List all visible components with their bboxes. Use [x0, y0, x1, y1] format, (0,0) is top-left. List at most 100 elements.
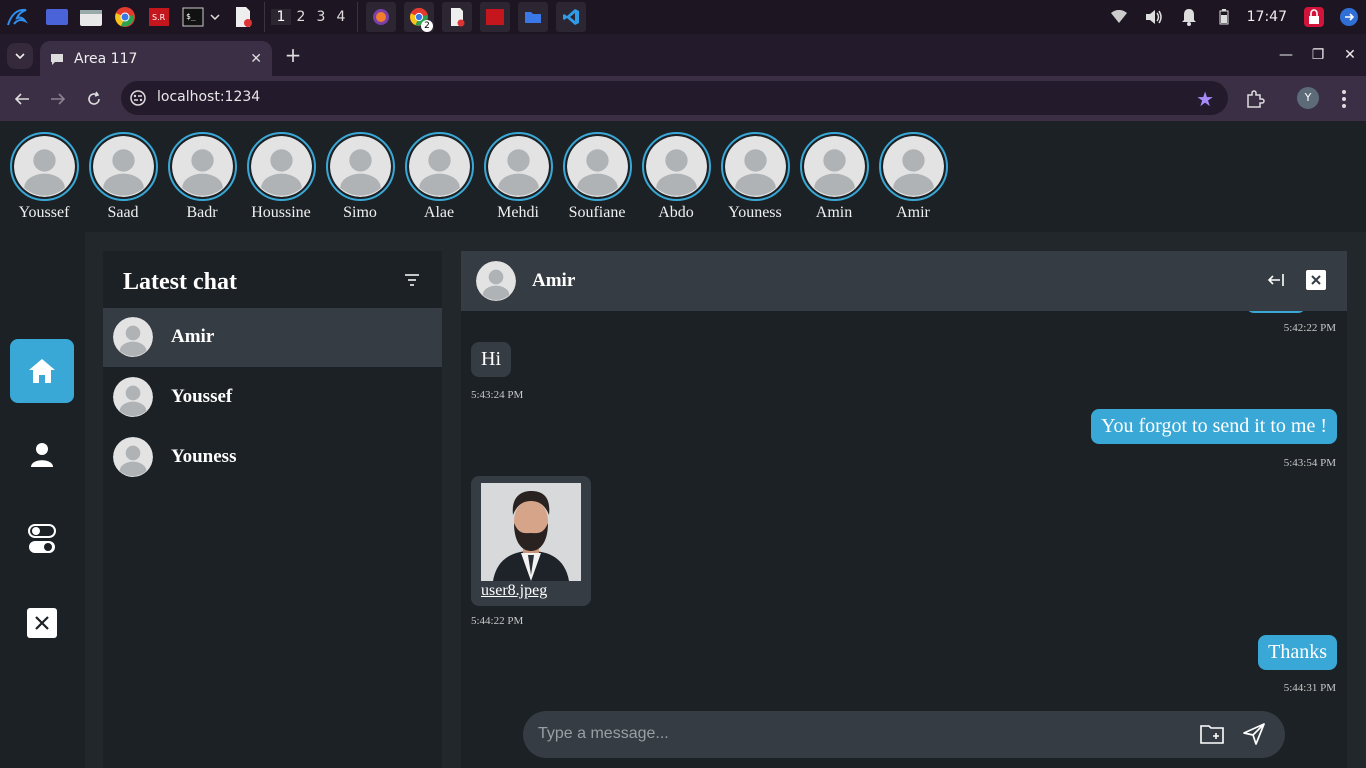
more-menu-icon[interactable]	[1336, 88, 1352, 110]
url-text: localhost:1234	[157, 89, 261, 105]
filter-icon[interactable]	[404, 273, 420, 287]
nav-logout[interactable]	[10, 591, 74, 655]
avatar-placeholder-icon	[113, 437, 153, 477]
nav-settings[interactable]	[10, 507, 74, 571]
editor-window-icon[interactable]	[442, 2, 472, 32]
text-editor-icon[interactable]	[230, 4, 256, 30]
battery-icon[interactable]	[1213, 6, 1235, 28]
desktop-icon[interactable]	[44, 4, 70, 30]
workspace-switcher: 1 2 3 4	[264, 2, 358, 32]
message-input[interactable]	[538, 720, 1178, 748]
story-item[interactable]: Mehdi	[483, 132, 553, 222]
bookmark-star-icon[interactable]: ★	[1196, 87, 1214, 111]
close-icon	[1311, 275, 1321, 285]
message-time: 5:44:22 PM	[471, 615, 524, 627]
story-item[interactable]: Youness	[720, 132, 790, 222]
story-ring	[404, 132, 474, 201]
home-icon	[29, 359, 55, 383]
avatar-placeholder-icon	[250, 136, 312, 197]
back-icon[interactable]	[11, 88, 33, 110]
svg-text:S.R: S.R	[152, 13, 166, 22]
lock-screen-icon[interactable]	[1303, 6, 1325, 28]
attach-folder-icon[interactable]	[1200, 723, 1224, 745]
avatar-placeholder-icon	[487, 136, 549, 197]
chat-list-item[interactable]: Amir	[103, 308, 442, 367]
avatar-placeholder-icon	[13, 136, 75, 197]
chrome-icon[interactable]	[112, 4, 138, 30]
volume-icon[interactable]	[1143, 6, 1165, 28]
story-name: Abdo	[658, 204, 694, 221]
reload-icon[interactable]	[83, 88, 105, 110]
close-conversation-button[interactable]	[1306, 270, 1326, 290]
minimize-icon[interactable]: —	[1270, 47, 1302, 63]
avatar-placeholder-icon	[113, 377, 153, 417]
browser-tab-active[interactable]: Area 117 ✕	[40, 41, 272, 76]
story-name: Saad	[107, 204, 139, 221]
story-item[interactable]: Amin	[799, 132, 869, 222]
side-navigation	[0, 232, 85, 768]
story-name: Houssine	[251, 204, 311, 221]
workspace-3[interactable]: 3	[311, 9, 331, 25]
chat-list-item[interactable]: Youness	[103, 428, 442, 487]
story-ring	[799, 132, 869, 201]
terminal-icon[interactable]: $_	[180, 4, 206, 30]
attachment-file-link[interactable]: user8.jpeg	[481, 582, 547, 600]
new-tab-button[interactable]: +	[282, 43, 304, 67]
send-icon[interactable]	[1242, 722, 1266, 746]
image-message: user8.jpeg	[471, 476, 591, 606]
chrome-window-icon[interactable]: 2	[404, 2, 434, 32]
avatar-placeholder-icon	[329, 136, 391, 197]
os-taskbar: S.R $_ 1 2 3 4 2 17:47	[0, 0, 1366, 34]
conversation-header: Amir	[461, 251, 1347, 311]
story-item[interactable]: Amir	[878, 132, 948, 222]
firefox-window-icon[interactable]	[366, 2, 396, 32]
tab-search-button[interactable]	[7, 43, 33, 69]
clock[interactable]: 17:47	[1247, 9, 1287, 25]
avatar-placeholder-icon	[113, 317, 153, 357]
notification-bell-icon[interactable]	[1178, 6, 1200, 28]
nav-home[interactable]	[10, 339, 74, 403]
chat-app: Youssef Saad Badr Houssine Simo Alae Meh…	[0, 121, 1366, 768]
app-red-window-icon[interactable]	[480, 2, 510, 32]
site-info-icon[interactable]	[129, 89, 147, 107]
app-red-icon[interactable]: S.R	[146, 4, 172, 30]
chevron-down-icon[interactable]	[208, 4, 222, 30]
wifi-icon[interactable]	[1108, 6, 1130, 28]
vscode-window-icon[interactable]	[556, 2, 586, 32]
story-ring	[483, 132, 553, 201]
logout-icon[interactable]	[1338, 6, 1360, 28]
workspace-4[interactable]: 4	[331, 9, 351, 25]
chat-list-panel: Latest chat Amir Youssef Youness	[103, 251, 442, 768]
nav-profile[interactable]	[10, 423, 74, 487]
folder-window-icon[interactable]	[518, 2, 548, 32]
story-item[interactable]: Abdo	[641, 132, 711, 222]
maximize-icon[interactable]: ❐	[1302, 47, 1334, 63]
attached-photo[interactable]	[481, 483, 581, 581]
story-item[interactable]: Badr	[167, 132, 237, 222]
tab-title: Area 117	[74, 50, 138, 67]
extensions-icon[interactable]	[1244, 88, 1266, 110]
story-name: Simo	[343, 204, 377, 221]
window-close-icon[interactable]: ✕	[1334, 47, 1366, 63]
tab-close-icon[interactable]: ✕	[250, 51, 262, 67]
story-item[interactable]: Simo	[325, 132, 395, 222]
address-bar[interactable]: localhost:1234 ★	[121, 81, 1228, 115]
story-item[interactable]: Youssef	[9, 132, 79, 222]
story-item[interactable]: Soufiane	[562, 132, 632, 222]
kali-menu-icon[interactable]	[4, 4, 30, 30]
collapse-arrow-icon[interactable]	[1267, 271, 1285, 289]
workspace-2[interactable]: 2	[291, 9, 311, 25]
story-item[interactable]: Alae	[404, 132, 474, 222]
chat-favicon-icon	[51, 53, 63, 65]
browser-tab-strip: Area 117 ✕ + — ❐ ✕	[0, 34, 1366, 76]
workspace-1[interactable]: 1	[271, 9, 291, 25]
file-manager-icon[interactable]	[78, 4, 104, 30]
profile-avatar[interactable]: Y	[1297, 87, 1319, 109]
chat-list-item[interactable]: Youssef	[103, 368, 442, 427]
stories-bar: Youssef Saad Badr Houssine Simo Alae Meh…	[0, 121, 1366, 232]
user-icon	[31, 443, 53, 467]
story-item[interactable]: Houssine	[246, 132, 316, 222]
forward-icon[interactable]	[47, 88, 69, 110]
avatar-placeholder-icon	[803, 136, 865, 197]
story-item[interactable]: Saad	[88, 132, 158, 222]
